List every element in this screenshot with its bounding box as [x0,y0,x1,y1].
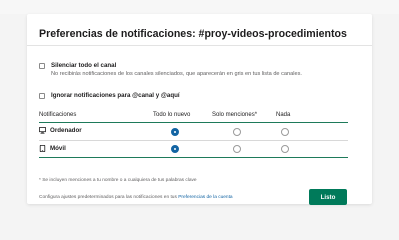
table-footer-divider [39,157,348,159]
table-header-divider [39,122,348,124]
mobile-all-new-radio[interactable] [171,145,179,153]
mobile-nothing-radio[interactable] [281,145,289,153]
row-desktop: Ordenador [39,127,82,134]
ignore-mentions-checkbox[interactable] [39,93,45,99]
desktop-icon [39,127,46,134]
header-divider [27,45,372,46]
row-divider [39,140,348,141]
notification-preferences-dialog: Preferencias de notificaciones: #proy-vi… [27,14,372,205]
row-mobile: Móvil [39,144,66,153]
mobile-icon [39,144,46,153]
column-header-mentions-only: Solo menciones* [212,112,258,118]
dialog-title: Preferencias de notificaciones: #proy-vi… [39,28,347,40]
mute-channel-description: No recibirás notificaciones de los canal… [51,71,302,77]
footer-text: Configura ajustes predeterminados para l… [39,195,233,200]
mute-channel-checkbox[interactable] [39,63,45,69]
desktop-all-new-radio[interactable] [171,128,179,136]
mute-channel-label: Silenciar todo el canal [51,62,117,69]
desktop-nothing-radio[interactable] [281,128,289,136]
ignore-mentions-option[interactable]: Ignorar notificaciones para @canal y @aq… [39,92,180,99]
account-preferences-link[interactable]: Preferencias de la cuenta [178,195,232,200]
desktop-mentions-only-radio[interactable] [233,128,241,136]
mentions-footnote: * Se incluyen menciones a tu nombre o a … [39,178,197,183]
column-header-nothing: Nada [276,112,291,118]
column-header-notifications: Notificaciones [39,112,77,118]
done-button[interactable]: Listo [309,189,347,205]
footer-description: Configura ajustes predeterminados para l… [39,195,179,200]
mobile-mentions-only-radio[interactable] [233,145,241,153]
ignore-mentions-label: Ignorar notificaciones para @canal y @aq… [51,92,180,99]
mute-channel-option[interactable]: Silenciar todo el canal No recibirás not… [39,62,321,78]
row-mobile-label: Móvil [50,145,66,152]
row-desktop-label: Ordenador [50,127,82,134]
column-header-all-new: Todo lo nuevo [153,112,191,118]
backdrop [0,0,399,14]
